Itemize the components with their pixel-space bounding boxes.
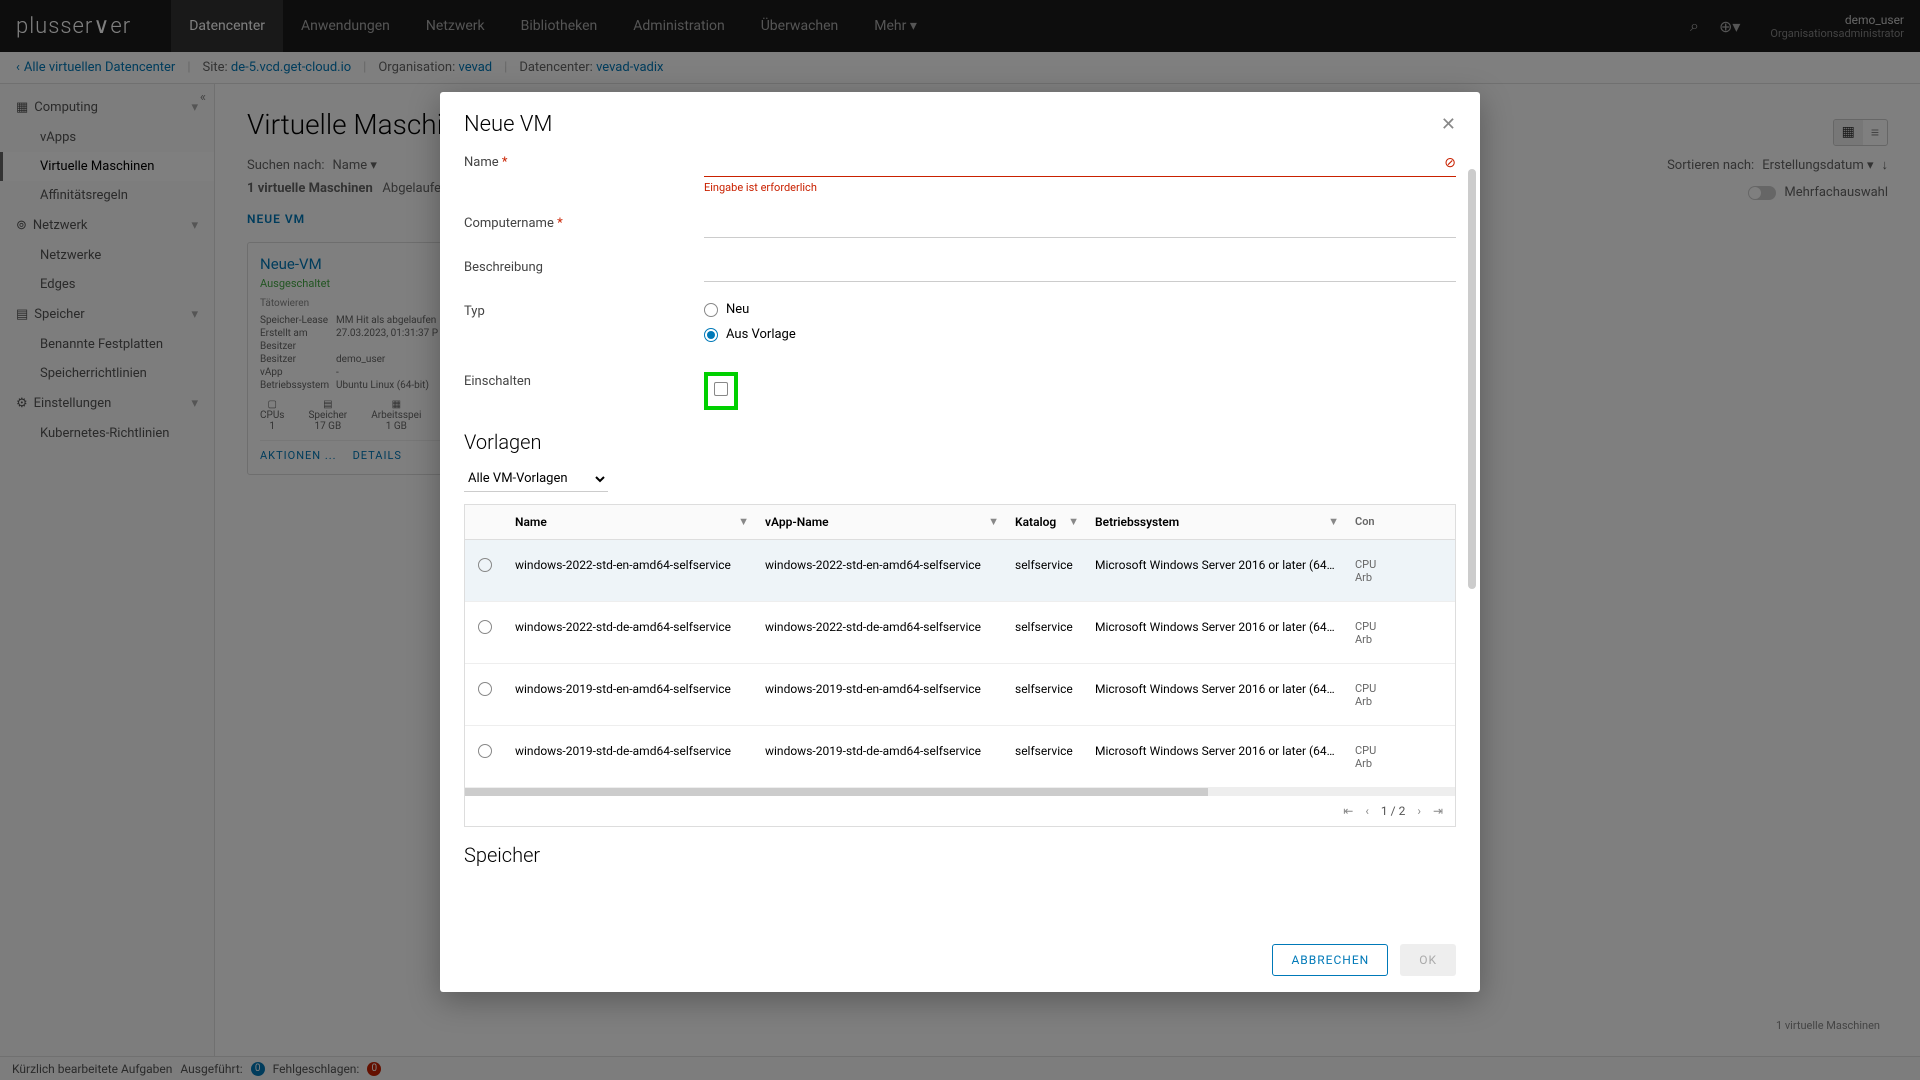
template-name: windows-2022-std-de-amd64-selfservice [505,614,755,640]
name-input[interactable] [704,153,1456,177]
template-vapp: windows-2019-std-en-amd64-selfservice [755,676,1005,702]
col-vapp[interactable]: vApp-Name▼ [755,505,1005,539]
new-vm-modal: Neue VM ✕ Name * ⊘ Eingabe ist erforderl… [440,92,1480,992]
pager-first-icon[interactable]: ⇤ [1343,804,1353,818]
template-catalog: selfservice [1005,552,1085,578]
template-os: Microsoft Windows Server 2016 or later (… [1085,614,1345,640]
template-catalog: selfservice [1005,614,1085,640]
template-row[interactable]: windows-2022-std-en-amd64-selfservicewin… [465,540,1455,602]
template-compute: CPUArb [1345,676,1405,714]
pager-last-icon[interactable]: ⇥ [1433,804,1443,818]
template-catalog: selfservice [1005,738,1085,764]
template-row[interactable]: windows-2019-std-de-amd64-selfservicewin… [465,726,1455,788]
template-name: windows-2019-std-en-amd64-selfservice [505,676,755,702]
template-compute: CPUArb [1345,552,1405,590]
modal-title: Neue VM [464,112,552,137]
col-os[interactable]: Betriebssystem▼ [1085,505,1345,539]
type-label: Typ [464,302,704,319]
pager-prev-icon[interactable]: ‹ [1365,804,1369,818]
template-vapp: windows-2019-std-de-amd64-selfservice [755,738,1005,764]
template-row[interactable]: windows-2022-std-de-amd64-selfservicewin… [465,602,1455,664]
template-row-radio[interactable] [478,682,492,696]
template-os: Microsoft Windows Server 2016 or later (… [1085,552,1345,578]
power-checkbox[interactable] [714,382,728,396]
error-icon: ⊘ [1444,155,1456,171]
type-radio-neu[interactable]: Neu [704,302,1456,317]
template-row[interactable]: windows-2019-std-en-amd64-selfservicewin… [465,664,1455,726]
description-label: Beschreibung [464,258,704,275]
filter-icon[interactable]: ▼ [1068,515,1079,528]
template-compute: CPUArb [1345,738,1405,776]
template-name: windows-2019-std-de-amd64-selfservice [505,738,755,764]
filter-icon[interactable]: ▼ [738,515,749,528]
template-vapp: windows-2022-std-en-amd64-selfservice [755,552,1005,578]
modal-scrollbar[interactable] [1468,169,1476,689]
templates-table: Name▼ vApp-Name▼ Katalog▼ Betriebssystem… [464,504,1456,827]
template-compute: CPUArb [1345,614,1405,652]
table-horizontal-scrollbar[interactable] [465,788,1455,796]
template-vapp: windows-2022-std-de-amd64-selfservice [755,614,1005,640]
filter-icon[interactable]: ▼ [1328,515,1339,528]
template-catalog: selfservice [1005,676,1085,702]
col-catalog[interactable]: Katalog▼ [1005,505,1085,539]
col-name[interactable]: Name▼ [505,505,755,539]
col-compute: Con [1345,505,1405,539]
template-row-radio[interactable] [478,620,492,634]
cancel-button[interactable]: ABBRECHEN [1272,944,1388,976]
template-row-radio[interactable] [478,744,492,758]
pager-next-icon[interactable]: › [1417,804,1421,818]
computername-label: Computername * [464,214,704,231]
name-error: Eingabe ist erforderlich [704,181,1456,194]
ok-button[interactable]: OK [1400,944,1456,976]
power-label: Einschalten [464,372,704,389]
filter-icon[interactable]: ▼ [988,515,999,528]
template-os: Microsoft Windows Server 2016 or later (… [1085,738,1345,764]
template-row-radio[interactable] [478,558,492,572]
name-label: Name * [464,153,704,170]
computername-input[interactable] [704,214,1456,238]
templates-heading: Vorlagen [464,430,1456,454]
storage-heading: Speicher [464,843,1456,867]
type-radio-vorlage[interactable]: Aus Vorlage [704,327,1456,342]
template-os: Microsoft Windows Server 2016 or later (… [1085,676,1345,702]
power-checkbox-highlight [704,372,738,410]
template-filter-select[interactable]: Alle VM-Vorlagen [464,466,608,492]
close-icon[interactable]: ✕ [1441,114,1456,135]
description-input[interactable] [704,258,1456,282]
pager-text: 1 / 2 [1381,804,1405,818]
template-name: windows-2022-std-en-amd64-selfservice [505,552,755,578]
